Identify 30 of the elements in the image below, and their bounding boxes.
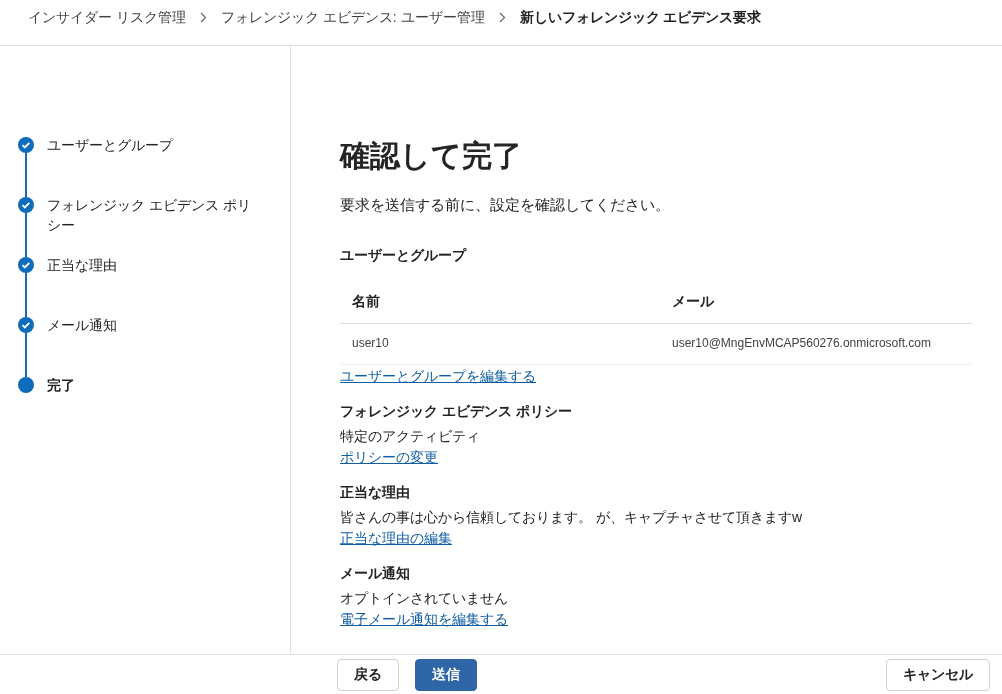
section-heading: ユーザーとグループ [340,246,468,265]
section-value: オプトインされていません [340,589,509,608]
column-header: 名前 [340,285,660,324]
submit-button[interactable]: 送信 [415,658,477,691]
step-label[interactable]: 正当な理由 [47,255,257,317]
breadcrumb-item[interactable]: インサイダー リスク管理 [28,8,186,27]
column-header: メール [660,285,972,324]
breadcrumb-item[interactable]: フォレンジック エビデンス: ユーザー管理 [220,8,485,27]
table-cell: user10@MngEnvMCAP560276.onmicrosoft.com [660,323,972,365]
edit-link[interactable]: ユーザーとグループを編集する [340,368,536,384]
edit-link[interactable]: ポリシーの変更 [340,449,438,465]
chevron-right-icon [199,12,207,23]
section-heading: 正当な理由 [340,483,411,502]
step-label[interactable]: メール通知 [47,315,257,377]
step-label[interactable]: ユーザーとグループ [47,135,257,197]
section-heading: フォレンジック エビデンス ポリシー [340,402,573,421]
chevron-right-icon [498,12,506,23]
back-button[interactable]: 戻る [337,658,399,691]
breadcrumb-item: 新しいフォレンジック エビデンス要求 [519,8,762,27]
cancel-button[interactable]: キャンセル [886,658,990,691]
section-value: 特定のアクティビティ [340,427,481,446]
page-title: 確認して完了 [340,138,523,174]
section-heading: メール通知 [340,564,411,583]
table-cell: user10 [340,323,660,365]
step-label[interactable]: 完了 [47,375,257,395]
edit-link[interactable]: 電子メール通知を編集する [340,611,508,627]
intro-text: 要求を送信する前に、設定を確認してください。 [340,196,671,215]
edit-link[interactable]: 正当な理由の編集 [340,530,452,546]
step-label[interactable]: フォレンジック エビデンス ポリシー [47,195,257,257]
section-value: 皆さんの事は心から信頼しております。 が、キャプチャさせて頂きますw [340,508,803,527]
